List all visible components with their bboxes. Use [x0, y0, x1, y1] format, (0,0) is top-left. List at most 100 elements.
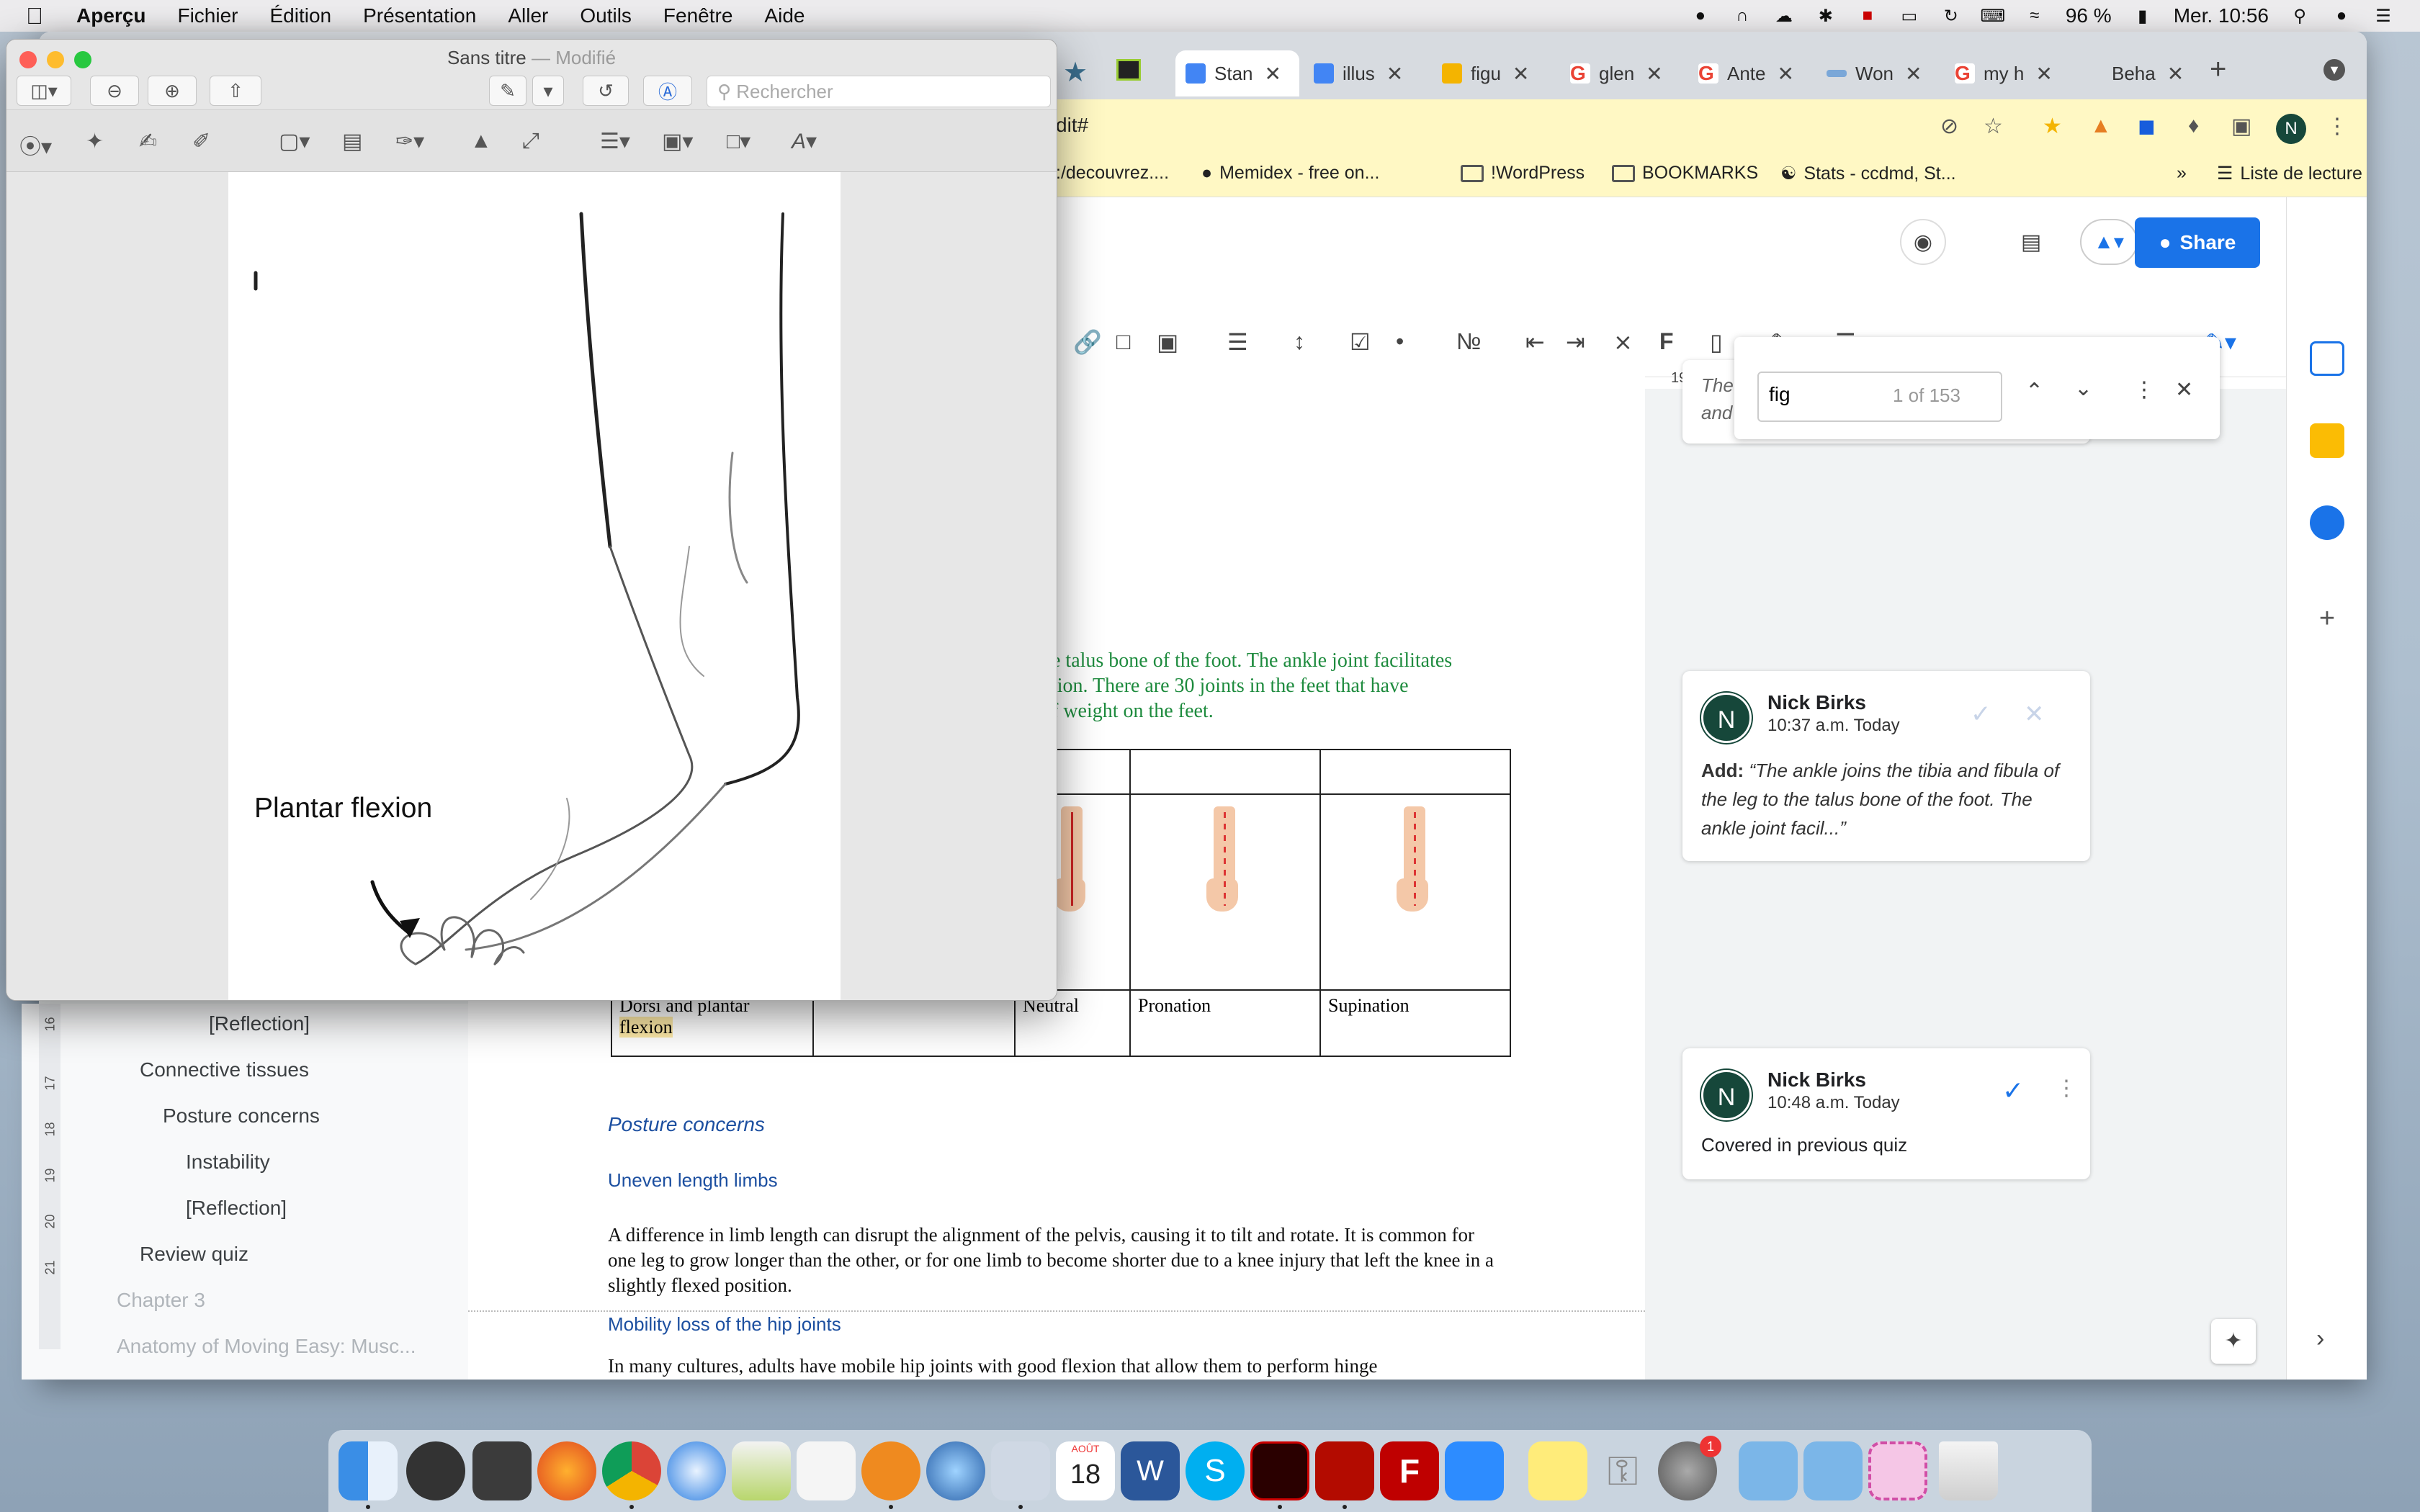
expand-side-panel-icon[interactable]: › — [2316, 1325, 2324, 1353]
textedit-icon[interactable] — [797, 1441, 856, 1500]
resolve-check-icon[interactable]: ✓ — [2002, 1076, 2024, 1106]
find-input[interactable]: fig — [1757, 372, 2002, 422]
menu-tools[interactable]: Outils — [580, 4, 632, 27]
accept-suggestion-icon[interactable]: ✓ — [1971, 700, 1991, 729]
markup-toolbar-icon[interactable]: Ⓐ — [643, 76, 692, 106]
bluetooth-icon[interactable]: ✱ — [1815, 6, 1837, 26]
adjust-color-icon[interactable]: ▲ — [470, 129, 492, 153]
insert-image-icon[interactable]: ▣ — [1157, 328, 1178, 356]
outline-item[interactable]: Chapter 3 — [117, 1289, 205, 1312]
bookmark-star-icon[interactable]: ☆ — [1984, 114, 2003, 139]
reject-suggestion-icon[interactable]: ✕ — [2024, 700, 2045, 729]
chrome-menu-icon[interactable]: ⋮ — [2326, 114, 2348, 139]
close-tab-icon[interactable]: ✕ — [2035, 62, 2052, 86]
close-tab-icon[interactable]: ✕ — [1512, 62, 1529, 86]
reading-list[interactable]: ☰ Liste de lecture — [2217, 163, 2362, 184]
outline-item[interactable]: [Reflection] — [186, 1197, 287, 1220]
new-tab-icon[interactable]: + — [2210, 53, 2226, 86]
menu-window[interactable]: Fenêtre — [663, 4, 733, 27]
bookmark-memidex[interactable]: ● Memidex - free on... — [1201, 163, 1379, 184]
sketch-icon[interactable]: ✍ — [139, 129, 157, 154]
wifi-icon[interactable]: ≈ — [2024, 6, 2045, 26]
tab-ante[interactable]: G Ante ✕ — [1688, 50, 1812, 96]
checklist-icon[interactable]: ☑ — [1350, 328, 1371, 356]
comment-card[interactable]: N Nick Birks 10:37 a.m. Today ✓ ✕ Add: “… — [1682, 671, 2090, 861]
keyboard-icon[interactable]: ⌨ — [1981, 6, 2006, 26]
outline-item[interactable]: [Reflection] — [209, 1012, 310, 1035]
comment-more-icon[interactable]: ⋮ — [2056, 1076, 2077, 1101]
acrobat-icon[interactable] — [1250, 1441, 1309, 1500]
close-tab-icon[interactable]: ✕ — [1265, 62, 1281, 86]
keychain-icon[interactable]: ⚿ — [1593, 1441, 1652, 1500]
pinned-star-icon[interactable]: ★ — [1063, 56, 1088, 89]
network-icon[interactable] — [926, 1441, 985, 1500]
word-icon[interactable]: W — [1121, 1441, 1180, 1500]
meet-icon[interactable]: ◉ — [1900, 219, 1946, 265]
shape-style-icon[interactable]: ☰▾ — [600, 129, 630, 154]
menu-edit[interactable]: Édition — [269, 4, 331, 27]
clock[interactable]: Mer. 10:56 — [2174, 4, 2269, 27]
close-tab-icon[interactable]: ✕ — [1386, 62, 1403, 86]
menu-app[interactable]: Aperçu — [76, 4, 145, 27]
find-next-icon[interactable]: ⌄ — [2074, 376, 2092, 401]
tasks-icon[interactable] — [2310, 505, 2344, 540]
close-tab-icon[interactable]: ✕ — [2167, 62, 2184, 86]
acrobat-reader-icon[interactable] — [1315, 1441, 1374, 1500]
tab-won[interactable]: Won ✕ — [1816, 50, 1940, 96]
bookmark-wordpress[interactable]: !WordPress — [1461, 163, 1585, 184]
skype-icon[interactable]: S — [1186, 1441, 1245, 1500]
menu-file[interactable]: Fichier — [177, 4, 238, 27]
menu-help[interactable]: Aide — [764, 4, 805, 27]
fill-color-icon[interactable]: □▾ — [727, 129, 750, 154]
bullet-list-icon[interactable]: • — [1396, 328, 1404, 355]
increase-indent-icon[interactable]: ⇥ — [1566, 328, 1585, 356]
battery-icon[interactable]: ▮ — [2132, 6, 2154, 26]
lasso-select-icon[interactable]: ⦿▾ — [19, 129, 52, 161]
outline-item[interactable]: Connective tissues — [140, 1058, 309, 1081]
border-color-icon[interactable]: ▣▾ — [662, 129, 693, 154]
dashboard-icon[interactable] — [406, 1441, 465, 1500]
stickies-icon[interactable] — [1528, 1441, 1587, 1500]
screenshot-icon[interactable] — [1868, 1441, 1927, 1500]
finder-icon[interactable] — [339, 1441, 398, 1500]
add-addon-icon[interactable]: + — [2310, 603, 2344, 638]
trash-icon[interactable] — [1939, 1441, 1998, 1500]
find-close-icon[interactable]: ✕ — [2175, 377, 2193, 402]
clear-format-icon[interactable]: ⨯ — [1613, 328, 1633, 356]
comment-history-icon[interactable]: ▤ — [2008, 219, 2054, 265]
markup-pen-icon[interactable]: ✎ — [489, 76, 526, 106]
zoom-in-icon[interactable]: ⊕ — [148, 76, 197, 106]
tab-glen[interactable]: G glen ✕ — [1560, 50, 1684, 96]
extension-icon[interactable]: ▲ — [2090, 114, 2112, 138]
cloud-icon[interactable]: ☁ — [1773, 6, 1795, 26]
firefox-icon[interactable] — [537, 1441, 596, 1500]
search-field[interactable]: ⚲ Rechercher — [707, 76, 1051, 107]
adjust-size-icon[interactable]: ⤢ — [522, 129, 539, 153]
bookmark-stats[interactable]: ☯ Stats - ccdmd, St... — [1780, 163, 1956, 184]
focus-icon[interactable]: ● — [1690, 6, 1711, 26]
time-machine-icon[interactable]: ↻ — [1940, 6, 1962, 26]
comment-card[interactable]: N Nick Birks 10:48 a.m. Today ✓ ⋮ Covere… — [1682, 1048, 2090, 1179]
shapes-icon[interactable]: ▢▾ — [279, 129, 310, 154]
applications-folder-icon[interactable] — [1739, 1441, 1798, 1500]
rotate-icon[interactable]: ↺ — [583, 76, 629, 106]
find-options-icon[interactable]: ⋮ — [2133, 377, 2155, 402]
extension-star-icon[interactable]: ★ — [2043, 114, 2062, 139]
pdf-menu-icon[interactable]: ■ — [1857, 6, 1878, 26]
filezilla-icon[interactable]: F — [1380, 1441, 1439, 1500]
find-prev-icon[interactable]: ⌃ — [2025, 379, 2043, 404]
safari-icon[interactable] — [667, 1441, 726, 1500]
activity-monitor-icon[interactable] — [472, 1441, 532, 1500]
instant-alpha-icon[interactable]: ✦ — [86, 129, 104, 154]
share-icon[interactable]: ⇧ — [210, 76, 261, 106]
tab-figu[interactable]: figu ✕ — [1432, 50, 1556, 96]
close-tab-icon[interactable]: ✕ — [1905, 62, 1922, 86]
present-button[interactable]: ▲▾ — [2080, 219, 2138, 265]
calendar-app-icon[interactable]: AOÛT 18 — [1056, 1441, 1115, 1500]
menu-go[interactable]: Aller — [508, 4, 548, 27]
zoom-icon[interactable] — [1445, 1441, 1504, 1500]
user-icon[interactable]: ● — [2331, 6, 2352, 26]
close-tab-icon[interactable]: ✕ — [1646, 62, 1662, 86]
close-tab-icon[interactable]: ✕ — [1778, 62, 1794, 86]
pages-icon[interactable] — [861, 1441, 920, 1500]
